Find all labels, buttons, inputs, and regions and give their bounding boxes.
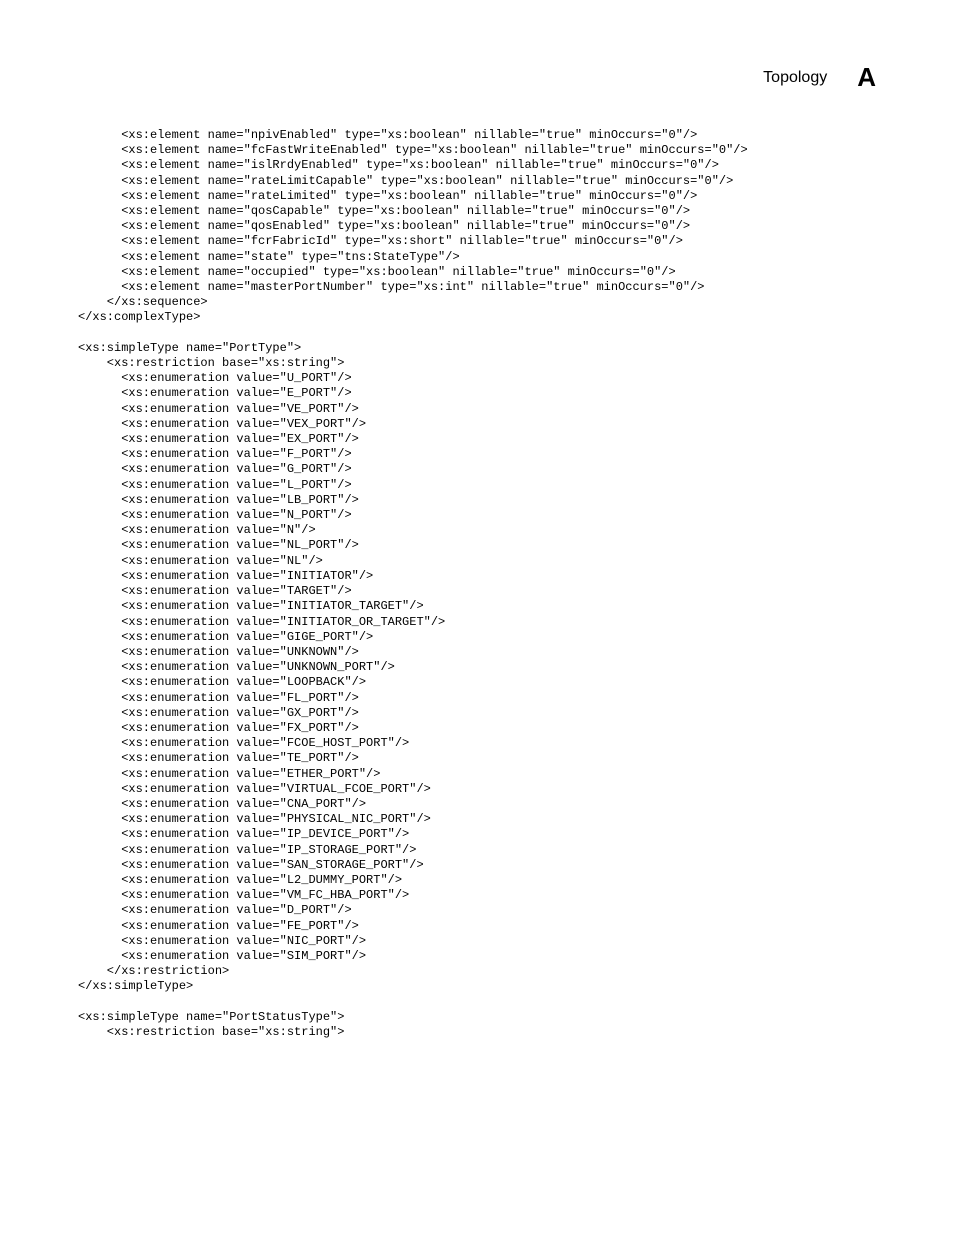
header-section-letter: A [857,62,876,93]
header-title: Topology [763,69,827,87]
page-header: Topology A [763,62,876,93]
xml-code-block: <xs:element name="npivEnabled" type="xs:… [78,128,876,1040]
